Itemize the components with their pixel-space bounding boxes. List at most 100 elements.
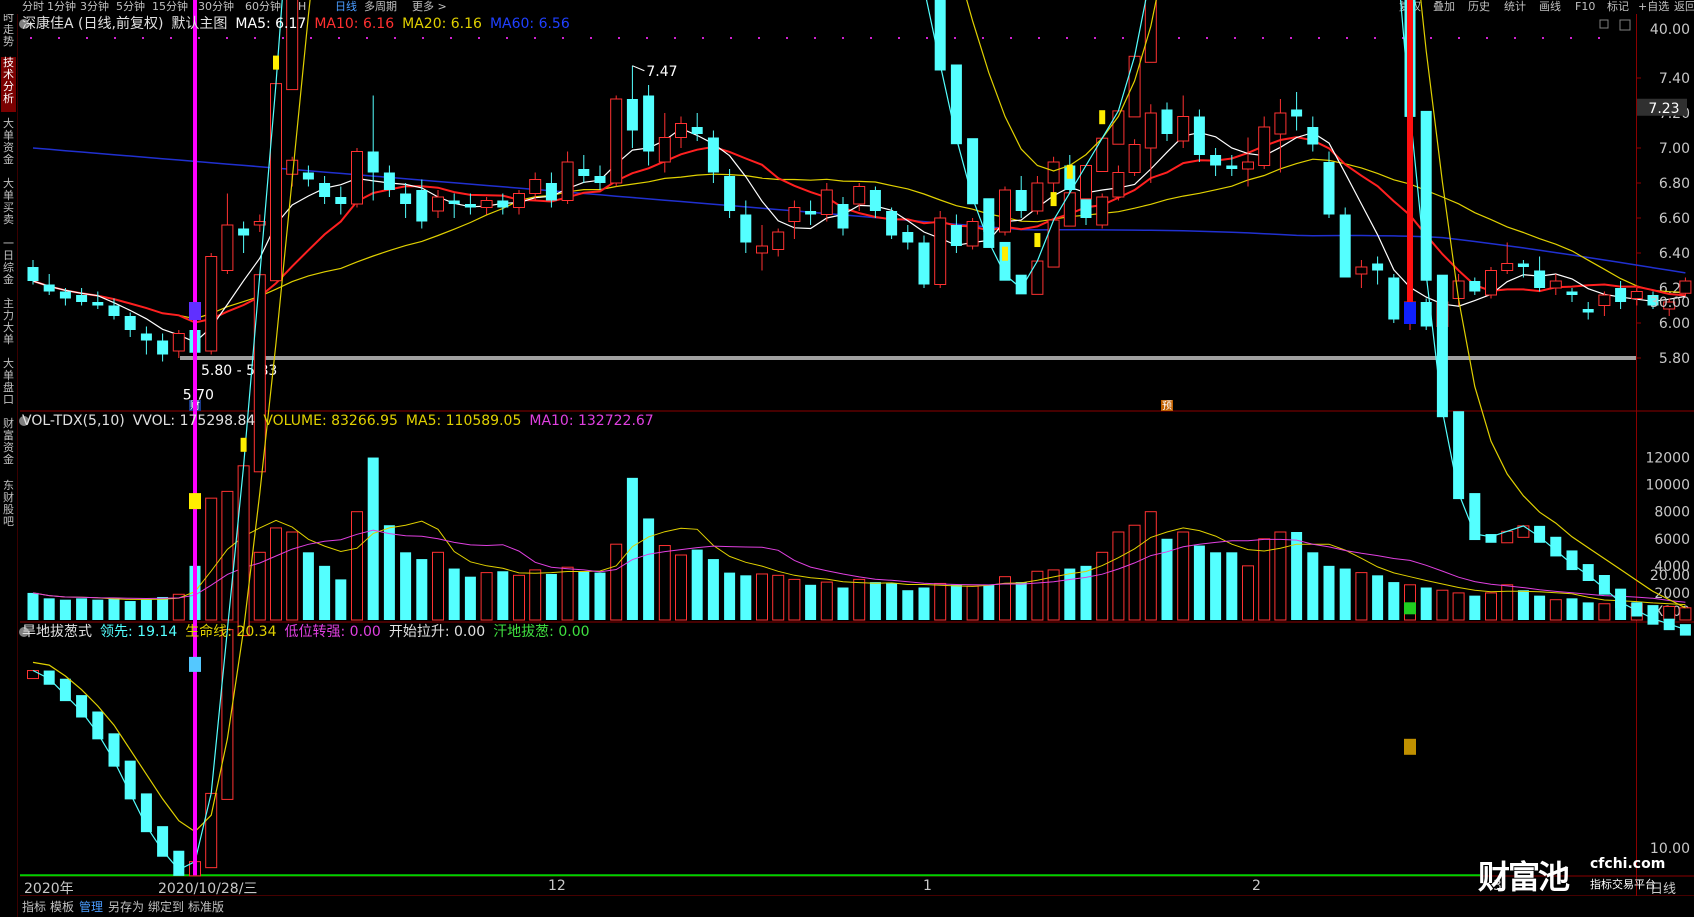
volume-bar-down (157, 596, 169, 620)
indicator-bar-up (270, 83, 282, 282)
volume-bar-up (1355, 572, 1368, 621)
candle-down (383, 172, 395, 190)
candle-down (902, 232, 914, 243)
price-tick: 5.80 (1659, 351, 1690, 367)
bottom-tab-3[interactable]: 另存为 (108, 898, 144, 915)
volume-bar-up (286, 531, 299, 621)
bottom-tab-5[interactable]: 标准版 (188, 898, 224, 915)
top-marker-dot (814, 37, 816, 39)
candle-down (578, 169, 590, 176)
volume-bar-down (643, 518, 655, 620)
price-tick: 6.80 (1659, 176, 1690, 192)
top-marker-dot (310, 37, 312, 39)
indicator-bar-up (286, 0, 299, 91)
volume-bar-up (772, 574, 785, 621)
candle-down (886, 211, 898, 236)
top-marker-dot (1290, 37, 1292, 39)
indicator-bar-up (1080, 165, 1092, 200)
low-strong-value: 低位转强: 0.00 (284, 624, 381, 640)
candle-up (432, 196, 444, 212)
low-range-annotation: 5.80 - 5.83 (201, 363, 277, 379)
bottom-toolbar: 指标 模板 管理 另存为 绑定到 标准版 (18, 896, 1694, 917)
candle-down (400, 193, 412, 204)
volume-bar-up (788, 578, 801, 621)
top-marker-dot (786, 37, 788, 39)
template-label[interactable]: 默认主图 (171, 16, 227, 32)
volume-bar-down (950, 584, 962, 620)
candle-down (740, 214, 752, 243)
spike-gold-block (1404, 738, 1416, 755)
candle-down (1372, 263, 1384, 271)
volume-bar-down (59, 599, 71, 620)
volume-bar-up (820, 581, 833, 621)
maximize-icon[interactable] (1619, 19, 1631, 31)
candle-up (286, 159, 299, 175)
volume-bar-up (1274, 531, 1287, 621)
signal-marker (1099, 110, 1106, 125)
bottom-tab-0[interactable]: 指标 (22, 898, 46, 915)
indicator-bar-up (205, 792, 218, 869)
candle-down (1566, 291, 1578, 295)
volume-bar-up (1177, 531, 1190, 621)
vvol-value: VVOL: 175298.84 (132, 413, 256, 429)
candle-up (1598, 294, 1611, 306)
han-value: 汗地拔葱: 0.00 (493, 624, 590, 640)
top-marker-dot (730, 37, 732, 39)
candle-up (1549, 280, 1562, 289)
volume-bar-down (43, 598, 55, 620)
volume-bar-up (513, 574, 525, 621)
top-marker-dot (282, 37, 284, 39)
vol-indicator-name[interactable]: VOL-TDX(5,10) (22, 413, 125, 429)
price-tick: 6.40 (1659, 246, 1690, 262)
indicator-bar-down (1453, 411, 1465, 500)
top-marker-dot (702, 37, 704, 39)
restore-icon[interactable] (1599, 19, 1609, 29)
top-marker-dot (1206, 37, 1208, 39)
indicator-bar-down (173, 850, 185, 876)
volume-bar-up (561, 566, 574, 621)
ma60-legend: MA60: 6.56 (489, 16, 570, 32)
red-spike (1407, 0, 1413, 302)
top-marker-dot (1430, 37, 1432, 39)
volume-bar-down (1193, 545, 1205, 620)
top-marker-dot (394, 37, 396, 39)
volume-bar-down (497, 571, 509, 620)
volume-bar-down (416, 559, 428, 620)
spike-violet-block (189, 302, 201, 320)
top-marker-dot (898, 37, 900, 39)
top-marker-dot (1374, 37, 1376, 39)
indicator-bar-up (1063, 192, 1076, 227)
support-line (180, 356, 1636, 360)
bottom-tab-1[interactable]: 模板 (50, 898, 74, 915)
volume-bar-up (756, 573, 768, 621)
stock-title[interactable]: 深康佳A (日线,前复权) (22, 16, 163, 32)
bottom-tab-2[interactable]: 管理 (79, 898, 103, 915)
start-rise-value: 开始拉升: 0.00 (388, 624, 486, 640)
candle-up (351, 151, 363, 205)
indicator-bar-up (1047, 219, 1060, 268)
candle-up (561, 161, 574, 201)
top-marker-dot (58, 37, 60, 39)
spike-yellow-block (189, 493, 201, 510)
candle-down (1323, 162, 1335, 215)
volume-bar-up (1663, 605, 1676, 621)
volume-bar-up (1096, 551, 1109, 621)
candle-up (820, 189, 833, 215)
candle-down (545, 183, 557, 201)
high-pointer (632, 65, 645, 72)
signal-marker (240, 437, 247, 452)
volume-bar-down (1210, 552, 1222, 620)
bottom-tab-4[interactable]: 绑定到 (148, 898, 184, 915)
volume-bar-down (886, 583, 898, 620)
candle-up (1355, 266, 1368, 275)
date-label-0: 2020年 (24, 881, 74, 897)
indicator-bar-down (1420, 110, 1432, 281)
volume-bar-down (869, 582, 881, 620)
ma20-legend: MA20: 6.16 (402, 16, 482, 32)
kline-chart[interactable]: 7.407.207.006.806.606.406.206.005.807.23… (0, 0, 1694, 917)
current-price-label: 7.23 (1648, 101, 1679, 117)
top-marker-dot (1514, 37, 1516, 39)
indicator-name[interactable]: 旱地拔葱式 (22, 624, 92, 640)
volume-bar-up (853, 578, 866, 621)
candle-down (43, 284, 55, 292)
